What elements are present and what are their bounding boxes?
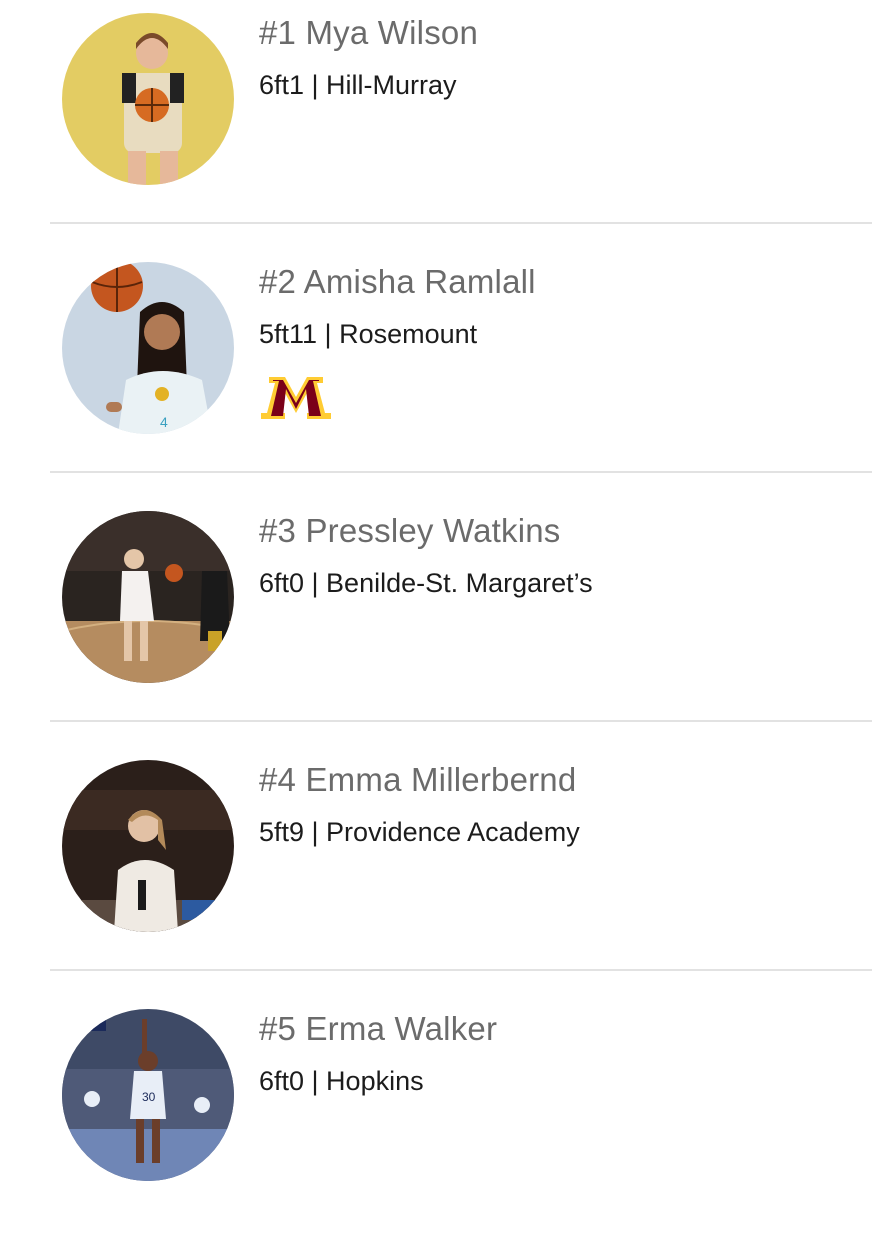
player-row[interactable]: #3 Pressley Watkins 6ft0 | Benilde-St. M…: [0, 498, 872, 747]
player-photo: [62, 511, 234, 683]
player-photo: 4: [62, 262, 234, 434]
row-divider: [50, 222, 872, 224]
player-row[interactable]: #1 Mya Wilson 6ft1 | Hill-Murray: [0, 0, 872, 249]
player-rank-name: #5 Erma Walker: [259, 1010, 498, 1047]
player-photo: [62, 760, 234, 932]
row-divider: [50, 471, 872, 473]
player-height-school: 5ft11 | Rosemount: [259, 319, 478, 349]
row-divider: [50, 720, 872, 722]
player-height-school: 6ft1 | Hill-Murray: [259, 70, 457, 100]
row-divider: [50, 969, 872, 971]
player-height-school: 5ft9 | Providence Academy: [259, 817, 580, 847]
player-row[interactable]: #4 Emma Millerbernd 5ft9 | Providence Ac…: [0, 747, 872, 996]
minnesota-m-logo-icon: [259, 375, 333, 421]
player-height-school: 6ft0 | Benilde-St. Margaret’s: [259, 568, 593, 598]
svg-text:30: 30: [142, 1090, 156, 1104]
player-rank-name: #3 Pressley Watkins: [259, 512, 561, 549]
player-ranking-list: #1 Mya Wilson 6ft1 | Hill-Murray 4 #2 Am…: [0, 0, 872, 1200]
player-photo: 30: [62, 1009, 234, 1181]
player-rank-name: #2 Amisha Ramlall: [259, 263, 536, 300]
player-height-school: 6ft0 | Hopkins: [259, 1066, 424, 1096]
player-row[interactable]: 4 #2 Amisha Ramlall 5ft11 | Rosemount: [0, 249, 872, 498]
player-row[interactable]: 30 #5 Erma Walker 6ft0 | Hopkins: [0, 996, 872, 1245]
player-rank-name: #4 Emma Millerbernd: [259, 761, 577, 798]
svg-text:4: 4: [160, 414, 168, 430]
player-rank-name: #1 Mya Wilson: [259, 14, 479, 51]
player-photo: [62, 13, 234, 185]
